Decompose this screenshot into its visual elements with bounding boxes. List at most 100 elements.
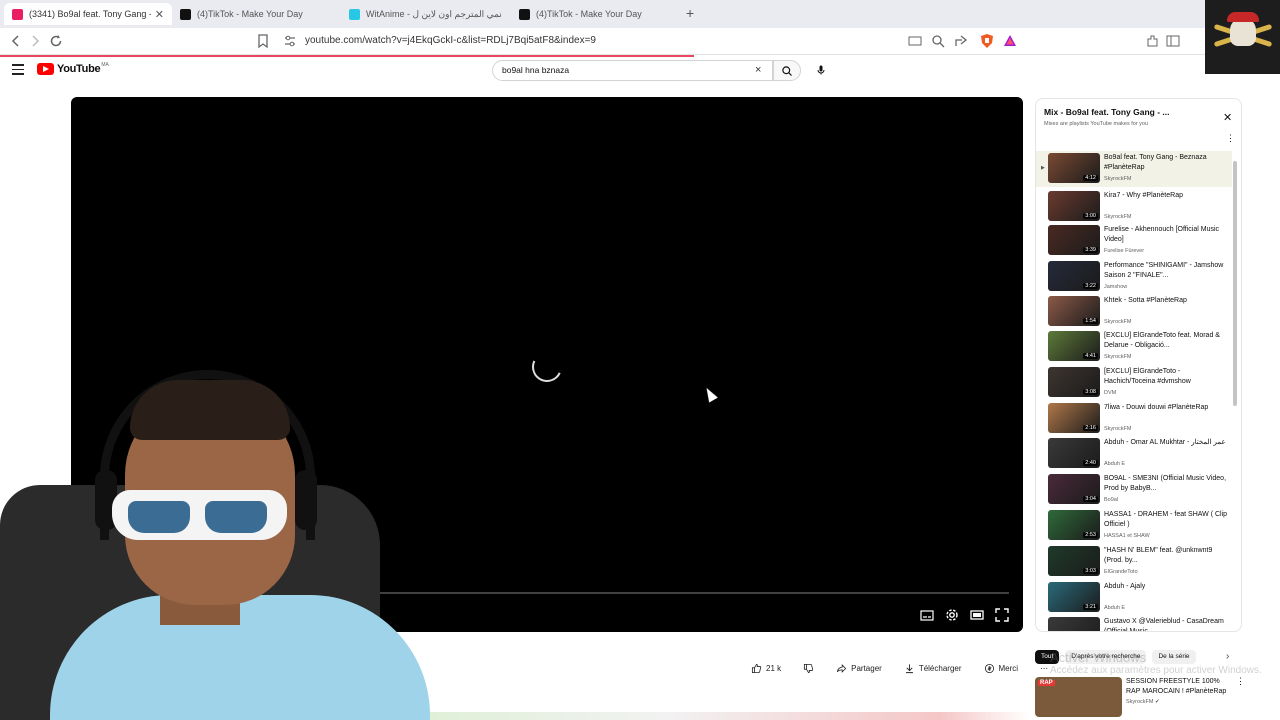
recommended-video[interactable]: RAP SESSION FREESTYLE 100% RAP MAROCAIN …	[1035, 675, 1245, 720]
brave-shield-icon[interactable]	[979, 33, 995, 49]
download-button[interactable]: Télécharger	[898, 659, 968, 677]
playlist-item[interactable]: 2:16 7liwa - Douwi douwi #PlanèteRap Skyro…	[1036, 401, 1232, 437]
zoom-icon[interactable]	[930, 33, 946, 49]
profile-avatar[interactable]	[1205, 0, 1280, 74]
playlist-item[interactable]: 2:53 HASSA1 - DRAHEM - feat SHAW ( Clip O…	[1036, 508, 1232, 544]
subtitles-icon[interactable]	[919, 607, 935, 623]
browser-tab-youtube[interactable]: (3341) Bo9al feat. Tony Gang - B ✕	[4, 3, 172, 25]
playlist-item[interactable]: 4:41 [EXCLU] ElGrandeToto feat. Morad & D…	[1036, 329, 1232, 365]
playlist-item-title[interactable]: 7liwa - Douwi douwi #PlanèteRap	[1104, 403, 1230, 413]
playlist-item-thumbnail[interactable]: 4:12	[1048, 153, 1100, 183]
close-playlist-icon[interactable]: ✕	[1223, 111, 1232, 124]
playlist-item[interactable]: ▶ 4:12 Bo9al feat. Tony Gang - Beznaza #Pl…	[1036, 151, 1232, 187]
now-playing-icon: ▶	[1041, 165, 1045, 171]
playlist-item-title[interactable]: [EXCLU] ElGrandeToto - Hachich/Toceina #…	[1104, 367, 1230, 386]
search-input[interactable]: bo9al hna bznaza	[492, 60, 773, 81]
playlist-item-title[interactable]: Abduh - Omar AL Mukhtar - عمر المختار	[1104, 438, 1230, 448]
playlist-item-thumbnail[interactable]: 1:54	[1048, 296, 1100, 326]
playlist-item[interactable]: 3:08 [EXCLU] ElGrandeToto - Hachich/Tocei…	[1036, 365, 1232, 401]
settings-gear-icon[interactable]	[944, 607, 960, 623]
playlist-item-title[interactable]: HASSA1 - DRAHEM - feat SHAW ( Clip Offic…	[1104, 510, 1230, 529]
recommended-channel[interactable]: SkyrockFM ✔	[1126, 699, 1160, 705]
playlist-item-title[interactable]: BO9AL - SME3NI (Official Music Video, Pr…	[1104, 474, 1230, 493]
playlist-item-title[interactable]: "HASH N' BLEM" feat. @unknwnt9 (Prod. by…	[1104, 546, 1230, 565]
playlist-title[interactable]: Mix - Bo9al feat. Tony Gang - ...	[1044, 107, 1214, 117]
search-button[interactable]	[773, 60, 801, 81]
playlist-scrollbar[interactable]	[1233, 151, 1237, 627]
playlist-item-duration: 3:21	[1083, 604, 1098, 610]
playlist-item[interactable]: 3:00 Kira7 - Why #PlanèteRap SkyrockFM	[1036, 189, 1232, 225]
new-tab-button[interactable]: +	[686, 5, 694, 21]
playlist-item-thumbnail[interactable]: 3:22	[1048, 261, 1100, 291]
playlist-item[interactable]: 3:21 Abduh - Ajaly Abduh E	[1036, 580, 1232, 616]
playlist-item-title[interactable]: Gustavo X @Valerieblud - CasaDream (Offi…	[1104, 617, 1230, 631]
playlist-item-duration: 4:12	[1083, 175, 1098, 181]
clear-search-icon[interactable]: ×	[755, 64, 761, 76]
playlist-item-thumbnail[interactable]: 2:16	[1048, 403, 1100, 433]
sidebar-icon[interactable]	[1165, 33, 1181, 49]
forward-icon[interactable]	[27, 33, 43, 49]
playlist-item-duration: 3:08	[1083, 389, 1098, 395]
browser-tab-tiktok[interactable]: (4)TikTok - Make Your Day	[172, 3, 340, 25]
share-button[interactable]: Partager	[830, 659, 888, 677]
share-page-icon[interactable]	[953, 33, 969, 49]
playlist-subtitle: Mixes are playlists YouTube makes for yo…	[1044, 121, 1149, 127]
share-label: Partager	[851, 663, 882, 673]
cast-icon[interactable]	[907, 33, 923, 49]
loading-spinner	[527, 347, 567, 387]
back-icon[interactable]	[8, 33, 24, 49]
address-bar[interactable]: youtube.com/watch?v=j4EkqGckI-c&list=RDL…	[305, 35, 596, 46]
playlist-item-thumbnail[interactable]: 3:39	[1048, 225, 1100, 255]
playlist-item[interactable]: 3:04 BO9AL - SME3NI (Official Music Video…	[1036, 472, 1232, 508]
close-tab-icon[interactable]: ✕	[155, 8, 164, 21]
menu-icon[interactable]	[12, 64, 24, 75]
browser-tab-witanime[interactable]: WitAnime - الانمي المترجم اون لاين ل	[341, 3, 509, 25]
site-settings-icon[interactable]	[282, 33, 298, 49]
voice-search-button[interactable]	[811, 60, 832, 81]
recommended-more-icon[interactable]: ⋮	[1236, 676, 1245, 687]
playlist-item[interactable]: 3:39 Furelise - Akhennouch [Official Musi…	[1036, 223, 1232, 259]
playlist-item-thumbnail[interactable]: 3:21	[1048, 582, 1100, 612]
playlist-item-title[interactable]: Kira7 - Why #PlanèteRap	[1104, 191, 1230, 201]
thanks-button[interactable]: Merci	[978, 659, 1025, 677]
playlist-item-thumbnail[interactable]: 2:53	[1048, 510, 1100, 540]
brave-rewards-icon[interactable]	[1002, 33, 1018, 49]
playlist-item-title[interactable]: Performance "SHINIGAMI" - Jamshow Saison…	[1104, 261, 1230, 280]
sunglasses-lens-left	[128, 501, 190, 533]
browser-tab-tiktok-2[interactable]: (4)TikTok - Make Your Day	[511, 3, 679, 25]
playlist-item-thumbnail[interactable]	[1048, 617, 1100, 631]
playlist-item-thumbnail[interactable]: 3:03	[1048, 546, 1100, 576]
playlist-item-title[interactable]: Abduh - Ajaly	[1104, 582, 1230, 592]
playlist-item-duration: 3:03	[1083, 568, 1098, 574]
playlist-item-channel: SkyrockFM	[1104, 214, 1132, 220]
playlist-item-thumbnail[interactable]: 3:00	[1048, 191, 1100, 221]
dislike-button[interactable]	[797, 659, 820, 677]
playlist-item-title[interactable]: Bo9al feat. Tony Gang - Beznaza #Planète…	[1104, 153, 1230, 172]
playlist-item-title[interactable]: Khtek - Sotta #PlanèteRap	[1104, 296, 1230, 306]
extensions-icon[interactable]	[1144, 33, 1160, 49]
like-button[interactable]: 21 k	[745, 659, 787, 677]
youtube-logo[interactable]: YouTube MA	[37, 62, 109, 75]
theater-mode-icon[interactable]	[969, 607, 985, 623]
playlist-item-thumbnail[interactable]: 2:40	[1048, 438, 1100, 468]
playlist-item[interactable]: 1:54 Khtek - Sotta #PlanèteRap SkyrockFM	[1036, 294, 1232, 330]
playlist-item-thumbnail[interactable]: 3:04	[1048, 474, 1100, 504]
playlist-item-thumbnail[interactable]: 3:08	[1048, 367, 1100, 397]
scrollbar-thumb[interactable]	[1233, 161, 1237, 406]
recommended-title[interactable]: SESSION FREESTYLE 100% RAP MAROCAIN ! #P…	[1126, 677, 1234, 696]
bookmark-icon[interactable]	[255, 33, 271, 49]
fullscreen-icon[interactable]	[994, 607, 1010, 623]
playlist-item-title[interactable]: [EXCLU] ElGrandeToto feat. Morad & Delar…	[1104, 331, 1230, 350]
playlist-menu-icon[interactable]: ⋮	[1226, 133, 1235, 144]
playlist-item-title[interactable]: Furelise - Akhennouch [Official Music Vi…	[1104, 225, 1230, 244]
playlist-item[interactable]: 3:22 Performance "SHINIGAMI" - Jamshow Sa…	[1036, 259, 1232, 295]
playlist-item[interactable]: Gustavo X @Valerieblud - CasaDream (Offi…	[1036, 615, 1232, 631]
playlist-item[interactable]: 3:03 "HASH N' BLEM" feat. @unknwnt9 (Prod…	[1036, 544, 1232, 580]
tiktok-favicon-icon	[519, 8, 530, 20]
hair-shape	[130, 380, 290, 440]
playlist-item-duration: 2:40	[1083, 460, 1098, 466]
playlist-item-thumbnail[interactable]: 4:41	[1048, 331, 1100, 361]
recommended-thumbnail[interactable]: RAP	[1035, 677, 1122, 717]
reload-icon[interactable]	[48, 33, 64, 49]
playlist-item[interactable]: 2:40 Abduh - Omar AL Mukhtar - عمر المختا…	[1036, 436, 1232, 472]
